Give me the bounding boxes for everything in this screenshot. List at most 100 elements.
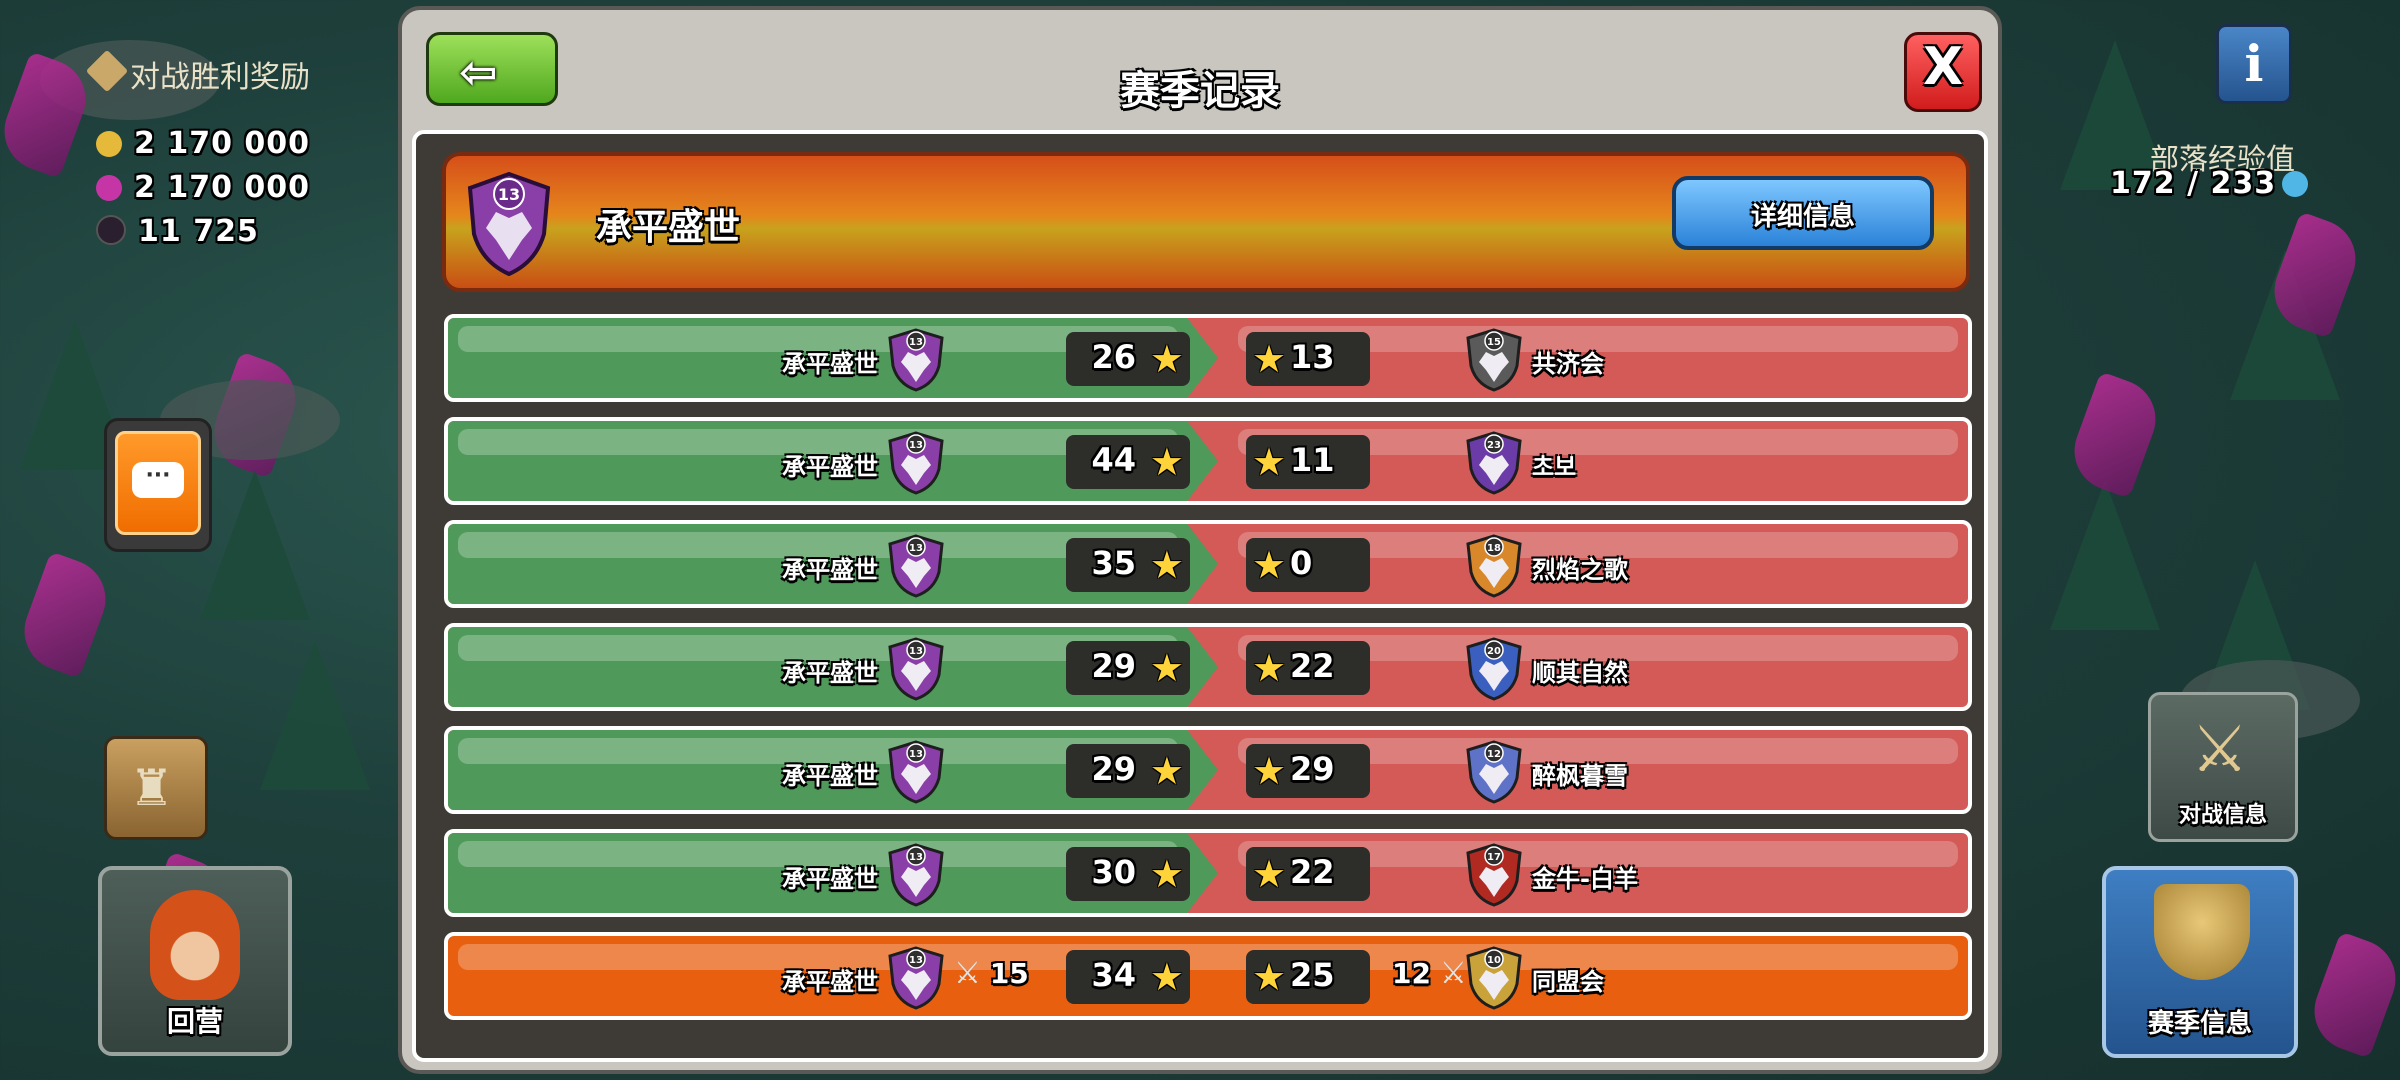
svg-text:13: 13 (909, 749, 923, 760)
crystal-decoration (13, 551, 117, 679)
xp-gear-icon (2282, 171, 2309, 197)
star-icon: ★ (1252, 749, 1287, 793)
star-icon: ★ (1252, 337, 1287, 381)
svg-text:13: 13 (909, 440, 923, 451)
my-clan-name: 承平盛世 (782, 762, 878, 790)
my-stars-box: 29 ★ (1066, 744, 1190, 798)
svg-text:18: 18 (1487, 543, 1501, 554)
svg-text:13: 13 (498, 185, 520, 204)
svg-text:15: 15 (1487, 337, 1501, 348)
svg-text:10: 10 (1487, 955, 1501, 966)
my-clan-name: 承平盛世 (782, 865, 878, 893)
opponent-clan-name: 顺其自然 (1532, 659, 1628, 687)
opponent-stars-box: ★ 22 (1246, 641, 1370, 695)
my-stars: 29 (1091, 750, 1136, 788)
tree-decoration (200, 470, 310, 620)
my-clan-name: 承平盛世 (782, 453, 878, 481)
war-log-list: 13 承平盛世 详细信息 承平盛世 13 26 ★ ★ 13 15 共济会 承平… (412, 130, 1988, 1062)
my-attacks-count: 15 (989, 957, 1029, 990)
war-log-row[interactable]: 承平盛世 13 35 ★ ★ 0 18 烈焰之歌 (444, 520, 1972, 608)
svg-text:12: 12 (1487, 749, 1501, 760)
star-icon: ★ (1149, 543, 1184, 587)
dark-elixir-icon (96, 215, 126, 245)
svg-text:23: 23 (1487, 440, 1501, 451)
opponent-clan-name: 초보 (1532, 453, 1577, 481)
opponent-clan-badge-icon: 23 (1466, 431, 1522, 495)
chat-button[interactable]: ··· (104, 418, 212, 552)
my-clan-badge-icon: 13 (888, 431, 944, 495)
my-clan-badge-icon: 13 (888, 740, 944, 804)
svg-text:13: 13 (909, 955, 923, 966)
svg-text:13: 13 (909, 852, 923, 863)
svg-text:17: 17 (1487, 852, 1501, 863)
war-info-button[interactable]: ⚔ 对战信息 (2148, 692, 2298, 842)
svg-text:20: 20 (1487, 646, 1501, 657)
villager-portrait-icon (150, 890, 240, 1000)
my-stars: 29 (1091, 647, 1136, 685)
troops-button[interactable]: ♜ (104, 736, 208, 840)
war-log-row[interactable]: 承平盛世 13 26 ★ ★ 13 15 共济会 (444, 314, 1972, 402)
my-stars: 30 (1091, 853, 1136, 891)
war-win-reward-title: 对战胜利奖励 (85, 49, 310, 96)
star-icon: ★ (1252, 646, 1287, 690)
opponent-stars-box: ★ 13 (1246, 332, 1370, 386)
opponent-stars-box: ★ 22 (1246, 847, 1370, 901)
opponent-stars: 11 (1290, 441, 1335, 479)
my-stars-box: 26 ★ (1066, 332, 1190, 386)
reward-dark-elixir: 11 725 (96, 214, 259, 249)
trophy-cup-icon (2154, 884, 2250, 980)
svg-text:13: 13 (909, 646, 923, 657)
star-icon: ★ (1252, 440, 1287, 484)
star-icon: ★ (1252, 852, 1287, 896)
troop-statue-icon: ♜ (129, 759, 174, 817)
opponent-clan-badge-icon: 20 (1466, 637, 1522, 701)
opponent-clan-badge-icon: 18 (1466, 534, 1522, 598)
opponent-stars: 13 (1290, 338, 1335, 376)
my-stars-box: 44 ★ (1066, 435, 1190, 489)
my-clan-badge-icon: 13 (888, 534, 944, 598)
star-icon: ★ (1149, 646, 1184, 690)
gold-coin-icon (96, 131, 122, 157)
star-icon: ★ (1252, 955, 1287, 999)
opponent-stars: 22 (1290, 647, 1335, 685)
star-icon: ★ (1149, 440, 1184, 484)
elixir-drop-icon (96, 175, 122, 201)
my-stars: 35 (1091, 544, 1136, 582)
star-icon: ★ (1149, 337, 1184, 381)
opponent-clan-name: 烈焰之歌 (1532, 556, 1628, 584)
opponent-stars-box: ★ 0 (1246, 538, 1370, 592)
details-button[interactable]: 详细信息 (1672, 176, 1934, 250)
opponent-stars: 22 (1290, 853, 1335, 891)
return-home-button[interactable]: 回营 (98, 866, 292, 1056)
info-button[interactable]: i (2216, 24, 2292, 104)
my-stars-box: 35 ★ (1066, 538, 1190, 592)
close-icon: X (1922, 37, 1964, 97)
star-icon: ★ (1149, 955, 1184, 999)
war-log-row[interactable]: 承平盛世 13 30 ★ ★ 22 17 金牛-白羊 (444, 829, 1972, 917)
reward-gold: 2 170 000 (96, 126, 310, 161)
clan-xp-value: 172 / 233 (2110, 166, 2309, 201)
war-log-row[interactable]: 承平盛世 13 44 ★ ★ 11 23 초보 (444, 417, 1972, 505)
opponent-stars-box: ★ 11 (1246, 435, 1370, 489)
close-button[interactable]: X (1904, 32, 1982, 112)
current-war-row[interactable]: 承平盛世 13 ⚔ 15 34 ★ ★ 25 12 ⚔ 10 同盟会 (444, 932, 1972, 1020)
tree-decoration (2050, 480, 2160, 630)
opponent-stars: 25 (1290, 956, 1335, 994)
opponent-clan-badge-icon: 15 (1466, 328, 1522, 392)
war-log-row[interactable]: 承平盛世 13 29 ★ ★ 22 20 顺其自然 (444, 623, 1972, 711)
war-log-row[interactable]: 承平盛世 13 29 ★ ★ 29 12 醉枫暮雪 (444, 726, 1972, 814)
opponent-stars-box: ★ 25 (1246, 950, 1370, 1004)
svg-text:13: 13 (909, 337, 923, 348)
opponent-stars-box: ★ 29 (1246, 744, 1370, 798)
opponent-stars: 29 (1290, 750, 1335, 788)
my-clan-name: 承平盛世 (782, 350, 878, 378)
my-clan-badge-icon: 13 (888, 843, 944, 907)
opponent-clan-badge-icon: 17 (1466, 843, 1522, 907)
season-info-button[interactable]: 赛季信息 (2102, 866, 2298, 1058)
clan-name: 承平盛世 (596, 207, 741, 248)
my-stars: 26 (1091, 338, 1136, 376)
season-record-dialog: ⇦ 赛季记录 X 13 承平盛世 详细信息 承平盛世 13 26 ★ ★ 13 … (398, 6, 2002, 1074)
star-icon: ★ (1149, 749, 1184, 793)
reward-elixir: 2 170 000 (96, 170, 310, 205)
info-icon: i (2244, 34, 2264, 93)
